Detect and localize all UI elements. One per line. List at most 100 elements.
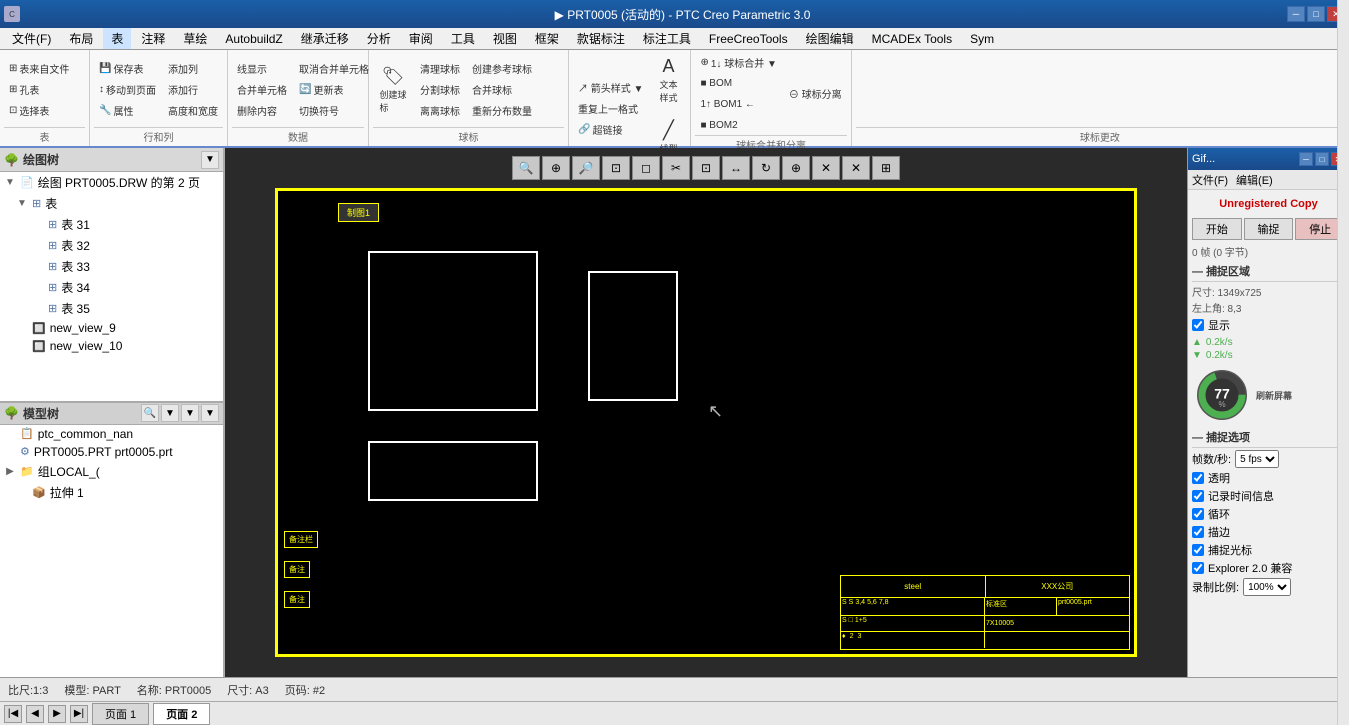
tree-node-table35[interactable]: ⊞ 表 35 <box>0 298 223 319</box>
gif-minimize[interactable]: ─ <box>1299 152 1313 166</box>
tree-node-view9[interactable]: 🔲 new_view_9 <box>0 319 223 337</box>
tree-node-view10[interactable]: 🔲 new_view_10 <box>0 337 223 355</box>
rb-toggle-symbol[interactable]: 切换符号 <box>294 101 364 121</box>
rb-merge-balloon[interactable]: 合并球标 <box>467 80 537 100</box>
capture-cursor-checkbox[interactable] <box>1192 544 1204 556</box>
canvas-select-rect[interactable]: ◻ <box>632 156 660 180</box>
record-time-checkbox[interactable] <box>1192 490 1204 502</box>
tree-node-drawing[interactable]: ▼ 📄 绘图 PRT0005.DRW 的第 2 页 <box>0 172 223 193</box>
menu-view[interactable]: 视图 <box>485 28 525 49</box>
rb-hole-table[interactable]: ⊞ 孔表 <box>4 80 74 100</box>
rb-balloon-bom1[interactable]: 1↑ BOM1 ← <box>695 94 781 114</box>
canvas-pan[interactable]: ⊡ <box>602 156 630 180</box>
rb-create-balloon[interactable]: 🏷 创建球标 <box>373 62 413 118</box>
explorer-compat-checkbox[interactable] <box>1192 562 1204 574</box>
menu-draw-edit[interactable]: 绘图编辑 <box>798 28 862 49</box>
gif-menu-file[interactable]: 文件(F) <box>1192 172 1228 188</box>
page-prev-btn[interactable]: ◀ <box>26 705 44 723</box>
rb-balloon-bom[interactable]: ■ BOM <box>695 73 781 93</box>
tree-node-table32[interactable]: ⊞ 表 32 <box>0 235 223 256</box>
page-next-btn[interactable]: ▶ <box>48 705 66 723</box>
model-tree-common[interactable]: 📋 ptc_common_nan <box>0 425 223 443</box>
loop-checkbox[interactable] <box>1192 508 1204 520</box>
rb-balloon-merge[interactable]: ⊕ 1↓ 球标合并 ▼ <box>695 52 781 72</box>
rb-properties[interactable]: 🔧 属性 <box>94 101 161 121</box>
page-first-btn[interactable]: |◀ <box>4 705 22 723</box>
menu-tools[interactable]: 工具 <box>443 28 483 49</box>
rb-select-table[interactable]: ⊡ 选择表 <box>4 101 74 121</box>
rb-line-display[interactable]: 线显示 <box>232 59 292 79</box>
drawing-tree-expand-btn[interactable]: ▼ <box>201 151 219 169</box>
rb-unmerge[interactable]: 取消合并单元格 <box>294 59 364 79</box>
rb-text-style[interactable]: A 文本样式 <box>650 52 686 108</box>
canvas-zoom-out[interactable]: 🔎 <box>572 156 600 180</box>
menu-balloon-dim[interactable]: 款锯标注 <box>569 28 633 49</box>
menu-sym[interactable]: Sym <box>962 30 1002 48</box>
minimize-button[interactable]: ─ <box>1287 6 1305 22</box>
menu-annotation[interactable]: 注释 <box>133 28 173 49</box>
rb-hyperlink[interactable]: 🔗 超链接 <box>573 120 648 140</box>
rb-move-to-page[interactable]: ↕ 移动到页面 <box>94 80 161 100</box>
model-tree-options[interactable]: ▼ <box>181 404 199 422</box>
rb-balloon-separate[interactable]: ⊖ 球标分离 <box>784 84 847 104</box>
menu-dim-tools[interactable]: 标注工具 <box>635 28 699 49</box>
canvas-delete[interactable]: ✕ <box>812 156 840 180</box>
canvas-zoom-in[interactable]: 🔍 <box>512 156 540 180</box>
menu-table[interactable]: 表 <box>103 28 131 49</box>
drawing-tree-scrollbar[interactable] <box>1337 0 1349 725</box>
canvas-trim[interactable]: ✂ <box>662 156 690 180</box>
model-tree-group-local[interactable]: ▶ 📁 组LOCAL_( <box>0 461 223 482</box>
rb-balloon-bom2[interactable]: ■ BOM2 <box>695 115 781 135</box>
rb-save-table[interactable]: 💾 保存表 <box>94 59 161 79</box>
model-tree-expand[interactable]: ▼ <box>201 404 219 422</box>
gif-start-btn[interactable]: 开始 <box>1192 218 1242 240</box>
canvas-rotate[interactable]: ↻ <box>752 156 780 180</box>
fps-select[interactable]: 5 fps <box>1235 450 1279 468</box>
model-tree-search[interactable]: 🔍 <box>141 404 159 422</box>
menu-mcadex[interactable]: MCADEx Tools <box>864 30 960 48</box>
gif-input-btn[interactable]: 输捉 <box>1244 218 1294 240</box>
maximize-button[interactable]: □ <box>1307 6 1325 22</box>
tree-node-table33[interactable]: ⊞ 表 33 <box>0 256 223 277</box>
rb-clean-balloon[interactable]: 清理球标 <box>415 59 465 79</box>
rb-height-width[interactable]: 高度和宽度 <box>163 101 223 121</box>
canvas-cut[interactable]: ⊡ <box>692 156 720 180</box>
rb-merge-cells[interactable]: 合并单元格 <box>232 80 292 100</box>
rb-add-col[interactable]: 添加列 <box>163 59 223 79</box>
rb-create-ref-balloon[interactable]: 创建参考球标 <box>467 59 537 79</box>
canvas-grid[interactable]: ⊞ <box>872 156 900 180</box>
menu-sketch[interactable]: 草绘 <box>175 28 215 49</box>
tree-node-table34[interactable]: ⊞ 表 34 <box>0 277 223 298</box>
display-checkbox[interactable] <box>1192 319 1204 331</box>
rb-repeat-format[interactable]: 重复上一格式 <box>573 99 648 119</box>
model-tree-prt0005[interactable]: ⚙ PRT0005.PRT prt0005.prt <box>0 443 223 461</box>
rb-table-from-file[interactable]: ⊞ 表来自文件 <box>4 59 74 79</box>
menu-inherit[interactable]: 继承迁移 <box>293 28 357 49</box>
canvas-zoom-fit[interactable]: ⊕ <box>542 156 570 180</box>
model-tree-extrude1[interactable]: 📦 拉伸 1 <box>0 482 223 503</box>
gif-menu-edit[interactable]: 编辑(E) <box>1236 172 1273 188</box>
tree-node-table31[interactable]: ⊞ 表 31 <box>0 214 223 235</box>
model-tree-settings[interactable]: ▼ <box>161 404 179 422</box>
canvas-close[interactable]: ✕ <box>842 156 870 180</box>
canvas-mirror[interactable]: ↔ <box>722 156 750 180</box>
rb-arrow-style[interactable]: ↗ 箭头样式 ▼ <box>573 78 648 98</box>
page-tab-1[interactable]: 页面 1 <box>92 703 149 725</box>
page-last-btn[interactable]: ▶| <box>70 705 88 723</box>
menu-layout[interactable]: 布局 <box>61 28 101 49</box>
menu-autobuildz[interactable]: AutobuildZ <box>217 30 290 48</box>
transparent-checkbox[interactable] <box>1192 472 1204 484</box>
menu-file[interactable]: 文件(F) <box>4 28 59 49</box>
rb-split-balloon[interactable]: 分割球标 <box>415 80 465 100</box>
page-tab-2[interactable]: 页面 2 <box>153 703 210 725</box>
menu-freecreotools[interactable]: FreeCreoTools <box>701 30 796 48</box>
gif-maximize[interactable]: □ <box>1315 152 1329 166</box>
menu-frame[interactable]: 框架 <box>527 28 567 49</box>
canvas-stretch[interactable]: ⊕ <box>782 156 810 180</box>
border-checkbox[interactable] <box>1192 526 1204 538</box>
model-tree-divider[interactable]: 🌳 模型树 🔍 ▼ ▼ ▼ <box>0 401 223 425</box>
rb-delete-content[interactable]: 删除内容 <box>232 101 292 121</box>
rb-update-table[interactable]: 🔄 更新表 <box>294 80 364 100</box>
rb-redistribute[interactable]: 重新分布数量 <box>467 101 537 121</box>
tree-node-table-group[interactable]: ▼ ⊞ 表 <box>0 193 223 214</box>
